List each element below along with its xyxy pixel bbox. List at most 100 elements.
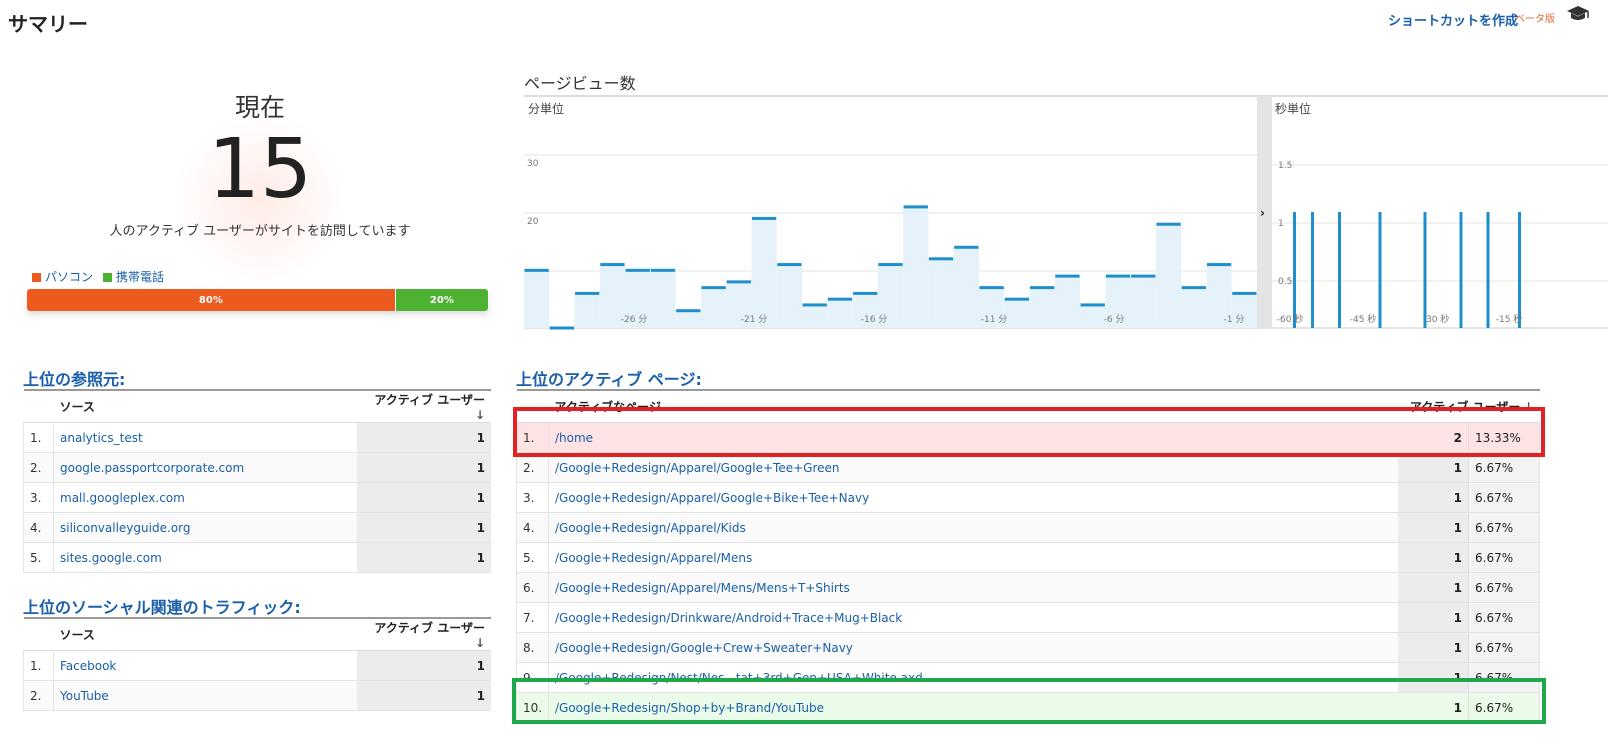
user-percent: 6.67% xyxy=(1468,602,1540,633)
minute-bar-area xyxy=(675,310,701,328)
row-index: 1. xyxy=(23,650,54,681)
page-link[interactable]: /Google+Redesign/Apparel/Kids xyxy=(548,512,1398,543)
minute-bar-cap xyxy=(1232,291,1257,295)
create-shortcut-link[interactable]: ショートカットを作成 xyxy=(1388,10,1518,29)
row-index: 5. xyxy=(516,542,549,573)
page-link[interactable]: /Google+Redesign/Google+Crew+Sweater+Nav… xyxy=(548,632,1398,663)
minute-bar-cap xyxy=(1156,222,1181,226)
minute-bar-area xyxy=(751,218,777,328)
source-link[interactable]: Facebook xyxy=(53,650,357,681)
user-count: 1 xyxy=(1397,542,1469,573)
minute-bar-cap xyxy=(575,291,600,295)
referrals-table: ソース アクティブ ユーザー↓ 1. analytics_test 1 2. googl… xyxy=(23,389,491,573)
second-bar xyxy=(1378,212,1382,328)
social-source-header: ソース xyxy=(53,617,357,651)
minute-bar-cap xyxy=(954,245,979,249)
minute-bar-cap xyxy=(1206,263,1232,267)
table-row[interactable]: 2. google.passportcorporate.com 1 xyxy=(23,452,491,483)
minute-ytick-label: 30 xyxy=(527,159,539,169)
second-xtick-label: -60 秒 xyxy=(1277,313,1304,325)
referrals-title: 上位の参照元: xyxy=(23,370,126,389)
table-row[interactable]: 8./Google+Redesign/Google+Crew+Sweater+N… xyxy=(516,632,1540,663)
active-pages-title: 上位のアクティブ ページ: xyxy=(516,370,702,389)
referrals-users-header[interactable]: アクティブ ユーザー↓ xyxy=(357,389,491,423)
sort-desc-icon: ↓ xyxy=(474,636,485,650)
mobile-share-segment[interactable]: 20% xyxy=(395,289,488,311)
row-index: 5. xyxy=(23,542,54,573)
highlight-box-home xyxy=(513,407,1545,457)
minute-bar-area xyxy=(1080,304,1106,328)
user-count: 1 xyxy=(1397,602,1469,633)
table-row[interactable]: 3. mall.googleplex.com 1 xyxy=(23,482,491,513)
user-count: 1 xyxy=(357,452,491,483)
minute-bar-area xyxy=(700,287,727,328)
page-link[interactable]: /Google+Redesign/Apparel/Google+Bike+Tee… xyxy=(548,482,1398,513)
row-index: 3. xyxy=(23,482,54,513)
minute-bar-cap xyxy=(726,280,751,284)
table-row[interactable]: 4./Google+Redesign/Apparel/Kids 1 6.67% xyxy=(516,512,1540,543)
minute-bar-cap xyxy=(751,216,777,220)
minute-bar-cap xyxy=(549,326,575,330)
minute-bar-cap xyxy=(1105,274,1131,278)
table-row[interactable]: 3./Google+Redesign/Apparel/Google+Bike+T… xyxy=(516,482,1540,513)
legend-swatch-desktop xyxy=(32,273,41,282)
user-count: 1 xyxy=(1397,632,1469,663)
user-percent: 6.67% xyxy=(1468,572,1540,603)
second-xtick-label: -45 秒 xyxy=(1350,313,1377,325)
table-row[interactable]: 7./Google+Redesign/Drinkware/Android+Tra… xyxy=(516,602,1540,633)
table-row[interactable]: 4. siliconvalleyguide.org 1 xyxy=(23,512,491,543)
source-link[interactable]: analytics_test xyxy=(53,422,357,453)
second-bar xyxy=(1311,212,1314,328)
minute-bar-cap xyxy=(701,286,726,290)
minute-bar-cap xyxy=(1004,297,1030,301)
minute-bar-area xyxy=(802,304,828,328)
source-link[interactable]: mall.googleplex.com xyxy=(53,482,357,513)
table-row[interactable]: 1. Facebook 1 xyxy=(23,650,491,681)
table-row[interactable]: 5. sites.google.com 1 xyxy=(23,542,491,573)
minute-chart-subtitle: 分単位 xyxy=(528,101,564,116)
source-link[interactable]: siliconvalleyguide.org xyxy=(53,512,357,543)
minute-bar-cap xyxy=(676,309,701,313)
table-row[interactable]: 2. YouTube 1 xyxy=(23,680,491,711)
minute-bar-area xyxy=(1181,287,1207,328)
minute-bar-area xyxy=(776,264,803,328)
source-link[interactable]: YouTube xyxy=(53,680,357,711)
minute-bar-cap xyxy=(1131,274,1156,278)
page-title: サマリー xyxy=(8,12,88,36)
minute-ytick-label: 20 xyxy=(527,217,539,227)
minute-bar-cap xyxy=(979,286,1004,290)
second-bar xyxy=(1293,212,1296,328)
user-count: 1 xyxy=(1397,482,1469,513)
minute-bar-cap xyxy=(625,268,650,272)
pageviews-chart-svg: 302010分単位-26 分-21 分-16 分-11 分-6 分-1 分›1.… xyxy=(524,95,1608,330)
table-row[interactable]: 2./Google+Redesign/Apparel/Google+Tee+Gr… xyxy=(516,452,1540,483)
minute-bar-area xyxy=(903,206,929,328)
page-link[interactable]: /Google+Redesign/Apparel/Mens/Mens+T+Shi… xyxy=(548,572,1398,603)
graduation-cap-icon[interactable] xyxy=(1566,4,1590,24)
page-link[interactable]: /Google+Redesign/Apparel/Mens xyxy=(548,542,1398,573)
row-index: 4. xyxy=(23,512,54,543)
minute-xtick-label: -1 分 xyxy=(1224,314,1245,325)
pageviews-chart: 302010分単位-26 分-21 分-16 分-11 分-6 分-1 分›1.… xyxy=(524,95,1608,331)
social-users-header[interactable]: アクティブ ユーザー↓ xyxy=(357,617,491,651)
page-link[interactable]: /Google+Redesign/Drinkware/Android+Trace… xyxy=(548,602,1398,633)
minute-bar-cap xyxy=(878,263,903,267)
minute-bar-cap xyxy=(1030,286,1055,290)
page-link[interactable]: /Google+Redesign/Apparel/Google+Tee+Gree… xyxy=(548,452,1398,483)
minute-bar-cap xyxy=(1055,274,1080,278)
device-share-bar: 80% 20% xyxy=(27,289,488,311)
table-row[interactable]: 6./Google+Redesign/Apparel/Mens/Mens+T+S… xyxy=(516,572,1540,603)
row-index: 7. xyxy=(516,602,549,633)
row-index: 2. xyxy=(516,452,549,483)
user-count: 1 xyxy=(357,680,491,711)
source-link[interactable]: sites.google.com xyxy=(53,542,357,573)
table-row[interactable]: 5./Google+Redesign/Apparel/Mens 1 6.67% xyxy=(516,542,1540,573)
social-title: 上位のソーシャル関連のトラフィック: xyxy=(23,598,301,617)
sort-desc-icon: ↓ xyxy=(474,408,485,422)
source-link[interactable]: google.passportcorporate.com xyxy=(53,452,357,483)
minute-bar-cap xyxy=(903,205,928,209)
minute-bar-cap xyxy=(600,263,625,267)
minute-bar-area xyxy=(1130,276,1156,328)
desktop-share-segment[interactable]: 80% xyxy=(27,289,395,311)
table-row[interactable]: 1. analytics_test 1 xyxy=(23,422,491,453)
